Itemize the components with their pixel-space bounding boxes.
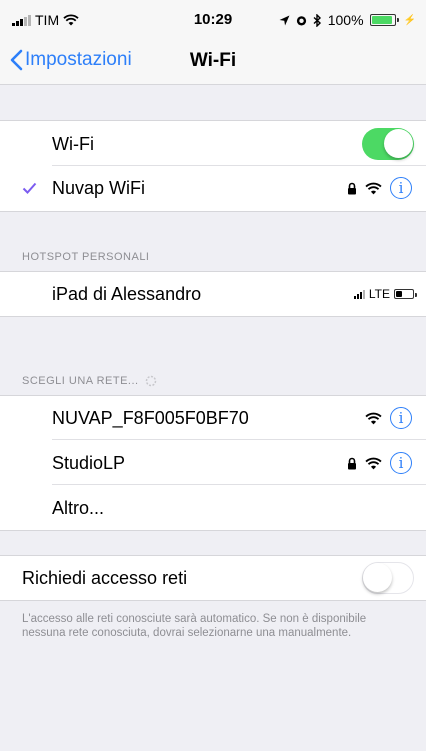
hotspot-group: iPad di Alessandro LTE — [0, 271, 426, 317]
wifi-signal-icon — [365, 412, 382, 424]
ask-join-row: Richiedi accesso reti — [0, 556, 426, 600]
battery-percent: 100% — [327, 12, 364, 28]
charging-bolt-icon: ⚡ — [403, 14, 416, 26]
loading-spinner-icon — [145, 375, 156, 387]
info-icon[interactable]: i — [390, 177, 412, 199]
hotspot-network-type: LTE — [368, 287, 390, 301]
info-icon[interactable]: i — [390, 407, 412, 429]
hotspot-status-icons: LTE — [353, 287, 417, 301]
wifi-signal-icon — [365, 182, 382, 194]
hotspot-device-name: iPad di Alessandro — [52, 283, 202, 304]
wifi-toggle[interactable] — [362, 128, 414, 160]
network-icons: i — [365, 407, 412, 429]
connected-network-icons: i — [347, 177, 412, 199]
page-title: Wi-Fi — [189, 50, 237, 71]
connected-network-name: Nuvap WiFi — [52, 177, 146, 198]
location-arrow-icon — [279, 15, 290, 25]
hotspot-signal-icon — [353, 289, 365, 299]
battery-icon — [369, 14, 399, 26]
networks-header-label: SCEGLI UNA RETE... — [22, 375, 139, 387]
network-name: StudioLP — [52, 452, 126, 473]
other-network-label: Altro... — [52, 497, 105, 518]
alarm-icon — [296, 15, 306, 25]
lock-icon — [348, 182, 356, 194]
ask-join-group: Richiedi accesso reti — [0, 555, 426, 601]
hotspot-device-row[interactable]: iPad di Alessandro LTE — [0, 272, 426, 316]
checkmark-icon — [22, 182, 37, 194]
info-icon[interactable]: i — [390, 452, 412, 474]
network-row[interactable]: NUVAP_F8F005F0BF70 i — [0, 396, 426, 440]
other-network-row[interactable]: Altro... — [0, 486, 426, 530]
wifi-group: Wi-Fi Nuvap WiFi i — [0, 120, 426, 212]
networks-group: NUVAP_F8F005F0BF70 i StudioLP i Altro... — [0, 395, 426, 531]
network-icons: i — [347, 452, 412, 474]
ask-join-label: Richiedi accesso reti — [22, 567, 188, 588]
wifi-label: Wi-Fi — [52, 133, 94, 154]
hotspot-battery-icon — [394, 289, 417, 299]
wifi-signal-icon — [365, 457, 382, 469]
ask-join-description: L'accesso alle reti conosciute sarà auto… — [22, 613, 367, 639]
bluetooth-icon — [313, 13, 321, 27]
lock-icon — [348, 457, 356, 469]
hotspot-section-header: HOTSPOT PERSONALI — [22, 251, 150, 263]
status-right: 100% ⚡ — [279, 12, 416, 28]
ask-join-toggle[interactable] — [362, 562, 414, 594]
network-row[interactable]: StudioLP i — [0, 441, 426, 485]
connected-network-row[interactable]: Nuvap WiFi i — [0, 166, 426, 210]
network-name: NUVAP_F8F005F0BF70 — [52, 407, 249, 428]
status-bar: TIM 10:29 100% ⚡ — [0, 0, 426, 40]
networks-section-header: SCEGLI UNA RETE... — [22, 375, 157, 387]
navigation-bar: Impostazioni Wi-Fi — [0, 40, 426, 85]
wifi-toggle-row: Wi-Fi — [0, 122, 426, 166]
